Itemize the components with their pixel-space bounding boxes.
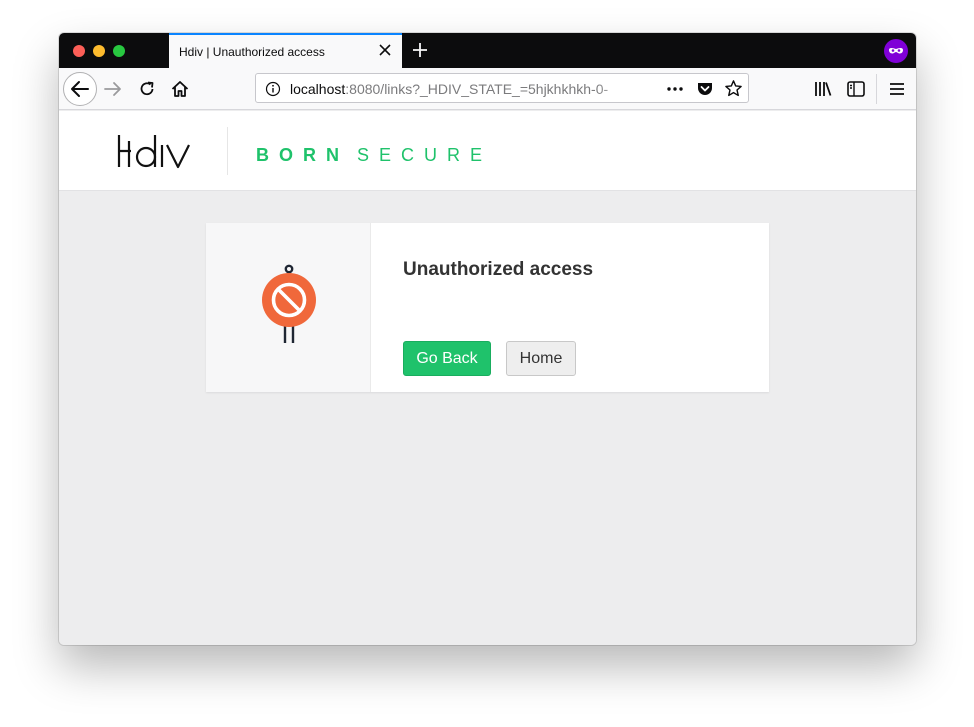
tab-bar: Hdiv | Unauthorized access (59, 33, 916, 68)
plus-icon[interactable] (412, 41, 428, 59)
site-header: BORN SECURE (59, 111, 916, 191)
url-path: :8080/links?_HDIV_STATE_=5hjkhkhkh-0- (345, 81, 609, 97)
url-text[interactable]: localhost:8080/links?_HDIV_STATE_=5hjkhk… (290, 81, 630, 97)
zoom-window-button[interactable] (113, 45, 125, 57)
info-icon[interactable] (265, 81, 281, 97)
go-back-button[interactable]: Go Back (403, 341, 491, 376)
url-host: localhost (290, 81, 346, 97)
tab-title: Hdiv | Unauthorized access (179, 45, 325, 59)
close-window-button[interactable] (73, 45, 85, 57)
toolbar-separator (876, 74, 877, 104)
error-card: Unauthorized access Go Back Home (206, 223, 769, 392)
back-arrow-icon (71, 81, 89, 97)
hamburger-menu-icon[interactable] (888, 79, 906, 99)
browser-window: Hdiv | Unauthorized access localhost:808… (59, 33, 916, 645)
pocket-icon[interactable] (696, 80, 714, 98)
sidebar-icon[interactable] (846, 79, 866, 99)
close-icon[interactable] (377, 42, 393, 58)
tagline-bold: BORN (256, 145, 349, 165)
hdiv-logo[interactable] (117, 133, 197, 169)
ellipsis-icon[interactable] (666, 81, 684, 97)
library-icon[interactable] (813, 79, 833, 99)
tagline-light: SECURE (357, 145, 493, 165)
tagline: BORN SECURE (256, 145, 492, 166)
header-divider (227, 127, 228, 175)
navigation-toolbar: localhost:8080/links?_HDIV_STATE_=5hjkhk… (59, 68, 916, 110)
forward-arrow-icon[interactable] (103, 79, 123, 99)
page-content: BORN SECURE Unauthorized access Go Back H… (59, 111, 916, 645)
home-icon[interactable] (170, 79, 190, 99)
star-icon[interactable] (724, 79, 743, 98)
card-title: Unauthorized access (403, 259, 594, 280)
card-illustration-panel (206, 223, 371, 392)
url-fade (596, 74, 636, 102)
home-button[interactable]: Home (506, 341, 576, 376)
active-tab[interactable]: Hdiv | Unauthorized access (169, 33, 402, 68)
prohibited-sign-icon (262, 264, 316, 343)
url-bar[interactable]: localhost:8080/links?_HDIV_STATE_=5hjkhk… (255, 73, 749, 103)
private-browsing-mask-icon (884, 39, 908, 63)
reload-icon[interactable] (137, 79, 157, 99)
back-button[interactable] (63, 72, 97, 106)
minimize-window-button[interactable] (93, 45, 105, 57)
